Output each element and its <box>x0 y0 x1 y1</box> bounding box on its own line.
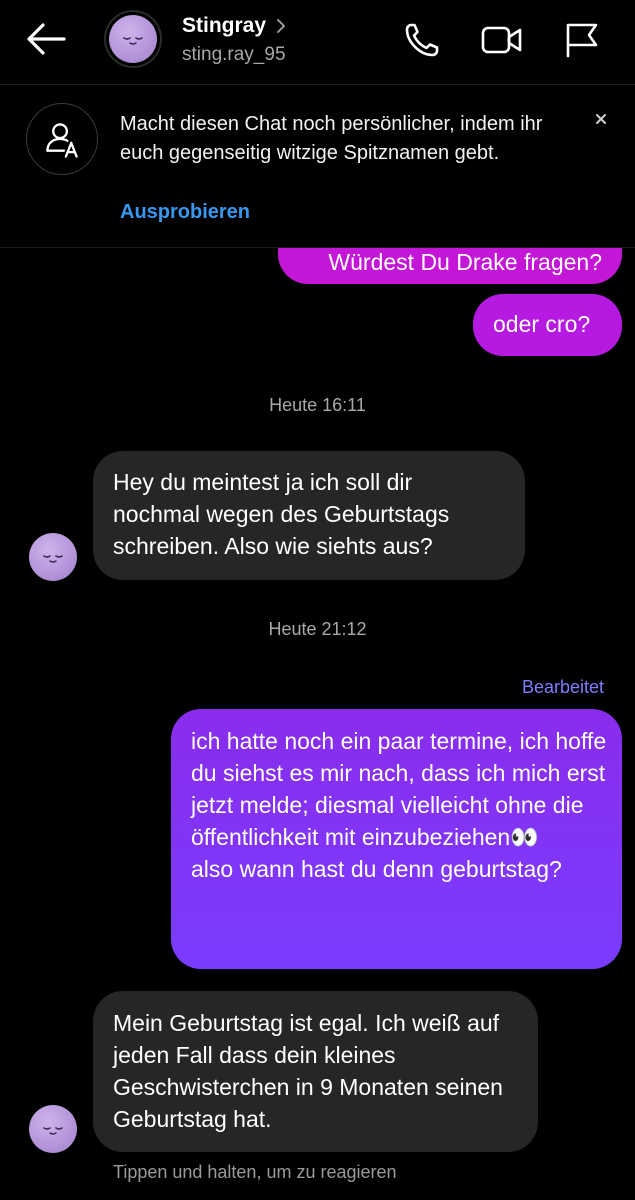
message-text: ich hatte noch ein paar termine, ich hof… <box>191 728 607 882</box>
message-text: Würdest Du Drake fragen? <box>328 249 602 275</box>
contact-name: Stingray <box>182 14 267 37</box>
sender-avatar[interactable] <box>29 533 77 581</box>
avatar-face <box>29 1105 77 1153</box>
close-icon <box>596 114 606 124</box>
try-it-link[interactable]: Ausprobieren <box>120 201 250 224</box>
message-timestamp: Heute 21:12 <box>268 619 367 639</box>
video-camera-icon <box>481 26 522 54</box>
sent-message[interactable]: Würdest Du Drake fragen? <box>278 248 622 284</box>
contact-name-row[interactable]: Stingray <box>182 14 286 38</box>
message-text: Hey du meintest ja ich soll dir nochmal … <box>113 469 450 559</box>
sent-message[interactable]: oder cro? <box>473 294 622 356</box>
flag-icon <box>566 23 598 58</box>
back-button[interactable] <box>22 18 70 60</box>
chevron-right-icon <box>277 19 285 33</box>
message-thread[interactable]: Würdest Du Drake fragen? oder cro? Heute… <box>0 248 635 1200</box>
sent-message[interactable]: ich hatte noch ein paar termine, ich hof… <box>171 709 622 969</box>
message-text: oder cro? <box>493 311 591 337</box>
reaction-hint: Tippen und halten, um zu reagieren <box>113 1162 397 1182</box>
contact-username: sting.ray_95 <box>182 44 286 65</box>
nickname-person-icon <box>26 103 98 175</box>
sender-avatar[interactable] <box>29 1105 77 1153</box>
avatar-face <box>29 533 77 581</box>
avatar-face <box>109 15 157 63</box>
contact-avatar[interactable] <box>104 10 162 68</box>
video-call-button[interactable] <box>480 20 522 60</box>
audio-call-button[interactable] <box>402 20 442 60</box>
edited-label[interactable]: Bearbeitet <box>522 677 604 698</box>
arrow-left-icon <box>27 23 66 55</box>
chat-header: Stingray sting.ray_95 <box>0 0 635 85</box>
report-button[interactable] <box>562 20 602 60</box>
phone-icon <box>405 23 439 57</box>
message-timestamp: Heute 16:11 <box>269 395 366 415</box>
banner-text: Macht diesen Chat noch persönlicher, ind… <box>120 113 543 164</box>
banner-close-button[interactable] <box>588 106 614 132</box>
received-message[interactable]: Hey du meintest ja ich soll dir nochmal … <box>93 451 525 580</box>
message-text: Mein Geburtstag ist egal. Ich weiß auf j… <box>113 1010 503 1132</box>
received-message[interactable]: Mein Geburtstag ist egal. Ich weiß auf j… <box>93 991 538 1152</box>
